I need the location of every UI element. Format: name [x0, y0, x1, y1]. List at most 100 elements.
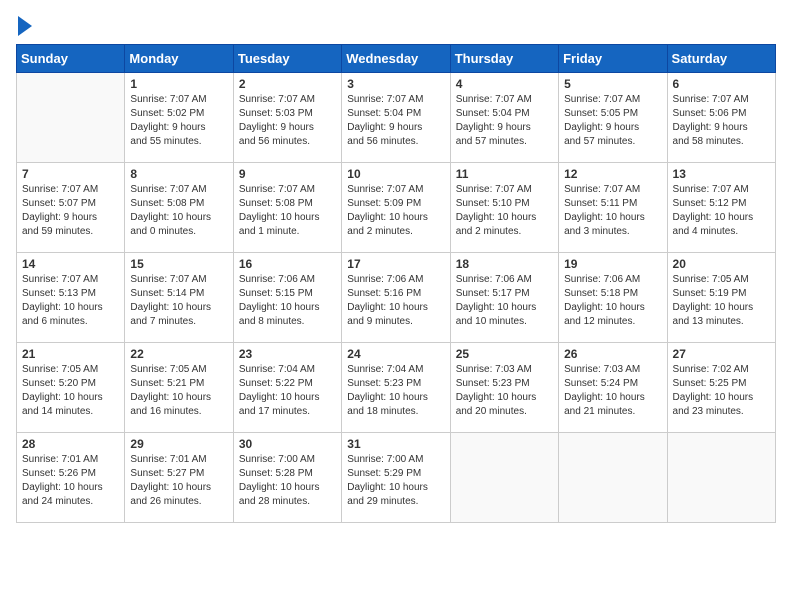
calendar-week-row: 14Sunrise: 7:07 AM Sunset: 5:13 PM Dayli…	[17, 253, 776, 343]
day-info: Sunrise: 7:06 AM Sunset: 5:18 PM Dayligh…	[564, 273, 661, 329]
day-info: Sunrise: 7:00 AM Sunset: 5:28 PM Dayligh…	[239, 453, 336, 509]
day-info: Sunrise: 7:07 AM Sunset: 5:02 PM Dayligh…	[130, 93, 227, 149]
day-number: 27	[673, 347, 770, 361]
day-info: Sunrise: 7:07 AM Sunset: 5:12 PM Dayligh…	[673, 183, 770, 239]
day-info: Sunrise: 7:07 AM Sunset: 5:04 PM Dayligh…	[456, 93, 553, 149]
day-number: 18	[456, 257, 553, 271]
day-info: Sunrise: 7:07 AM Sunset: 5:04 PM Dayligh…	[347, 93, 444, 149]
day-number: 17	[347, 257, 444, 271]
calendar-cell: 30 Sunrise: 7:00 AM Sunset: 5:28 PM Dayli…	[233, 433, 341, 523]
day-number: 26	[564, 347, 661, 361]
day-info: Sunrise: 7:06 AM Sunset: 5:16 PM Dayligh…	[347, 273, 444, 329]
day-number: 7	[22, 167, 119, 181]
calendar-cell: 25 Sunrise: 7:03 AM Sunset: 5:23 PM Dayli…	[450, 343, 558, 433]
calendar-cell: 1 Sunrise: 7:07 AM Sunset: 5:02 PM Daylig…	[125, 73, 233, 163]
day-number: 25	[456, 347, 553, 361]
calendar-cell: 2 Sunrise: 7:07 AM Sunset: 5:03 PM Daylig…	[233, 73, 341, 163]
day-info: Sunrise: 7:06 AM Sunset: 5:17 PM Dayligh…	[456, 273, 553, 329]
logo-arrow-icon	[18, 16, 32, 36]
calendar-cell	[667, 433, 775, 523]
day-number: 20	[673, 257, 770, 271]
calendar-day-header: Sunday	[17, 45, 125, 73]
day-info: Sunrise: 7:07 AM Sunset: 5:06 PM Dayligh…	[673, 93, 770, 149]
calendar-cell: 9 Sunrise: 7:07 AM Sunset: 5:08 PM Daylig…	[233, 163, 341, 253]
day-info: Sunrise: 7:06 AM Sunset: 5:15 PM Dayligh…	[239, 273, 336, 329]
calendar-cell: 19 Sunrise: 7:06 AM Sunset: 5:18 PM Dayli…	[559, 253, 667, 343]
day-number: 4	[456, 77, 553, 91]
calendar-cell: 17 Sunrise: 7:06 AM Sunset: 5:16 PM Dayli…	[342, 253, 450, 343]
calendar-cell: 3 Sunrise: 7:07 AM Sunset: 5:04 PM Daylig…	[342, 73, 450, 163]
day-number: 21	[22, 347, 119, 361]
calendar-cell: 12 Sunrise: 7:07 AM Sunset: 5:11 PM Dayli…	[559, 163, 667, 253]
calendar-cell: 15Sunrise: 7:07 AM Sunset: 5:14 PM Dayli…	[125, 253, 233, 343]
day-number: 24	[347, 347, 444, 361]
day-number: 10	[347, 167, 444, 181]
calendar-cell: 6 Sunrise: 7:07 AM Sunset: 5:06 PM Daylig…	[667, 73, 775, 163]
calendar-cell: 31 Sunrise: 7:00 AM Sunset: 5:29 PM Dayli…	[342, 433, 450, 523]
calendar-day-header: Friday	[559, 45, 667, 73]
calendar-week-row: 1 Sunrise: 7:07 AM Sunset: 5:02 PM Daylig…	[17, 73, 776, 163]
logo	[16, 16, 32, 32]
day-info: Sunrise: 7:07 AM Sunset: 5:08 PM Dayligh…	[130, 183, 227, 239]
day-info: Sunrise: 7:05 AM Sunset: 5:19 PM Dayligh…	[673, 273, 770, 329]
calendar-cell	[450, 433, 558, 523]
day-info: Sunrise: 7:04 AM Sunset: 5:22 PM Dayligh…	[239, 363, 336, 419]
calendar-cell: 28Sunrise: 7:01 AM Sunset: 5:26 PM Dayli…	[17, 433, 125, 523]
day-number: 30	[239, 437, 336, 451]
day-info: Sunrise: 7:01 AM Sunset: 5:27 PM Dayligh…	[130, 453, 227, 509]
day-number: 3	[347, 77, 444, 91]
calendar-day-header: Monday	[125, 45, 233, 73]
calendar-cell: 10 Sunrise: 7:07 AM Sunset: 5:09 PM Dayli…	[342, 163, 450, 253]
day-number: 1	[130, 77, 227, 91]
day-info: Sunrise: 7:05 AM Sunset: 5:20 PM Dayligh…	[22, 363, 119, 419]
day-number: 13	[673, 167, 770, 181]
calendar-day-header: Wednesday	[342, 45, 450, 73]
calendar-day-header: Thursday	[450, 45, 558, 73]
calendar-cell: 23 Sunrise: 7:04 AM Sunset: 5:22 PM Dayli…	[233, 343, 341, 433]
calendar-cell: 21 Sunrise: 7:05 AM Sunset: 5:20 PM Dayli…	[17, 343, 125, 433]
day-info: Sunrise: 7:07 AM Sunset: 5:10 PM Dayligh…	[456, 183, 553, 239]
calendar-day-header: Tuesday	[233, 45, 341, 73]
day-info: Sunrise: 7:00 AM Sunset: 5:29 PM Dayligh…	[347, 453, 444, 509]
day-number: 19	[564, 257, 661, 271]
day-number: 5	[564, 77, 661, 91]
day-info: Sunrise: 7:01 AM Sunset: 5:26 PM Dayligh…	[22, 453, 119, 509]
day-info: Sunrise: 7:03 AM Sunset: 5:23 PM Dayligh…	[456, 363, 553, 419]
day-number: 12	[564, 167, 661, 181]
calendar-cell	[17, 73, 125, 163]
calendar-cell: 5 Sunrise: 7:07 AM Sunset: 5:05 PM Daylig…	[559, 73, 667, 163]
day-number: 29	[130, 437, 227, 451]
calendar-cell: 14Sunrise: 7:07 AM Sunset: 5:13 PM Dayli…	[17, 253, 125, 343]
calendar-cell: 7Sunrise: 7:07 AM Sunset: 5:07 PM Daylig…	[17, 163, 125, 253]
calendar-week-row: 28Sunrise: 7:01 AM Sunset: 5:26 PM Dayli…	[17, 433, 776, 523]
day-number: 22	[130, 347, 227, 361]
day-info: Sunrise: 7:05 AM Sunset: 5:21 PM Dayligh…	[130, 363, 227, 419]
calendar-table: SundayMondayTuesdayWednesdayThursdayFrid…	[16, 44, 776, 523]
calendar-cell: 22 Sunrise: 7:05 AM Sunset: 5:21 PM Dayli…	[125, 343, 233, 433]
calendar-cell: 26 Sunrise: 7:03 AM Sunset: 5:24 PM Dayli…	[559, 343, 667, 433]
day-info: Sunrise: 7:07 AM Sunset: 5:11 PM Dayligh…	[564, 183, 661, 239]
calendar-week-row: 21 Sunrise: 7:05 AM Sunset: 5:20 PM Dayli…	[17, 343, 776, 433]
day-info: Sunrise: 7:03 AM Sunset: 5:24 PM Dayligh…	[564, 363, 661, 419]
day-info: Sunrise: 7:07 AM Sunset: 5:05 PM Dayligh…	[564, 93, 661, 149]
day-info: Sunrise: 7:07 AM Sunset: 5:08 PM Dayligh…	[239, 183, 336, 239]
day-number: 15	[130, 257, 227, 271]
day-info: Sunrise: 7:07 AM Sunset: 5:09 PM Dayligh…	[347, 183, 444, 239]
day-number: 2	[239, 77, 336, 91]
day-number: 14	[22, 257, 119, 271]
day-number: 9	[239, 167, 336, 181]
day-number: 31	[347, 437, 444, 451]
calendar-cell: 29 Sunrise: 7:01 AM Sunset: 5:27 PM Dayli…	[125, 433, 233, 523]
day-number: 8	[130, 167, 227, 181]
day-number: 23	[239, 347, 336, 361]
day-number: 16	[239, 257, 336, 271]
calendar-cell: 8 Sunrise: 7:07 AM Sunset: 5:08 PM Daylig…	[125, 163, 233, 253]
calendar-cell: 24Sunrise: 7:04 AM Sunset: 5:23 PM Dayli…	[342, 343, 450, 433]
calendar-cell: 27 Sunrise: 7:02 AM Sunset: 5:25 PM Dayli…	[667, 343, 775, 433]
calendar-day-header: Saturday	[667, 45, 775, 73]
calendar-cell: 16 Sunrise: 7:06 AM Sunset: 5:15 PM Dayli…	[233, 253, 341, 343]
calendar-cell: 20 Sunrise: 7:05 AM Sunset: 5:19 PM Dayli…	[667, 253, 775, 343]
day-info: Sunrise: 7:02 AM Sunset: 5:25 PM Dayligh…	[673, 363, 770, 419]
day-number: 6	[673, 77, 770, 91]
day-info: Sunrise: 7:07 AM Sunset: 5:03 PM Dayligh…	[239, 93, 336, 149]
